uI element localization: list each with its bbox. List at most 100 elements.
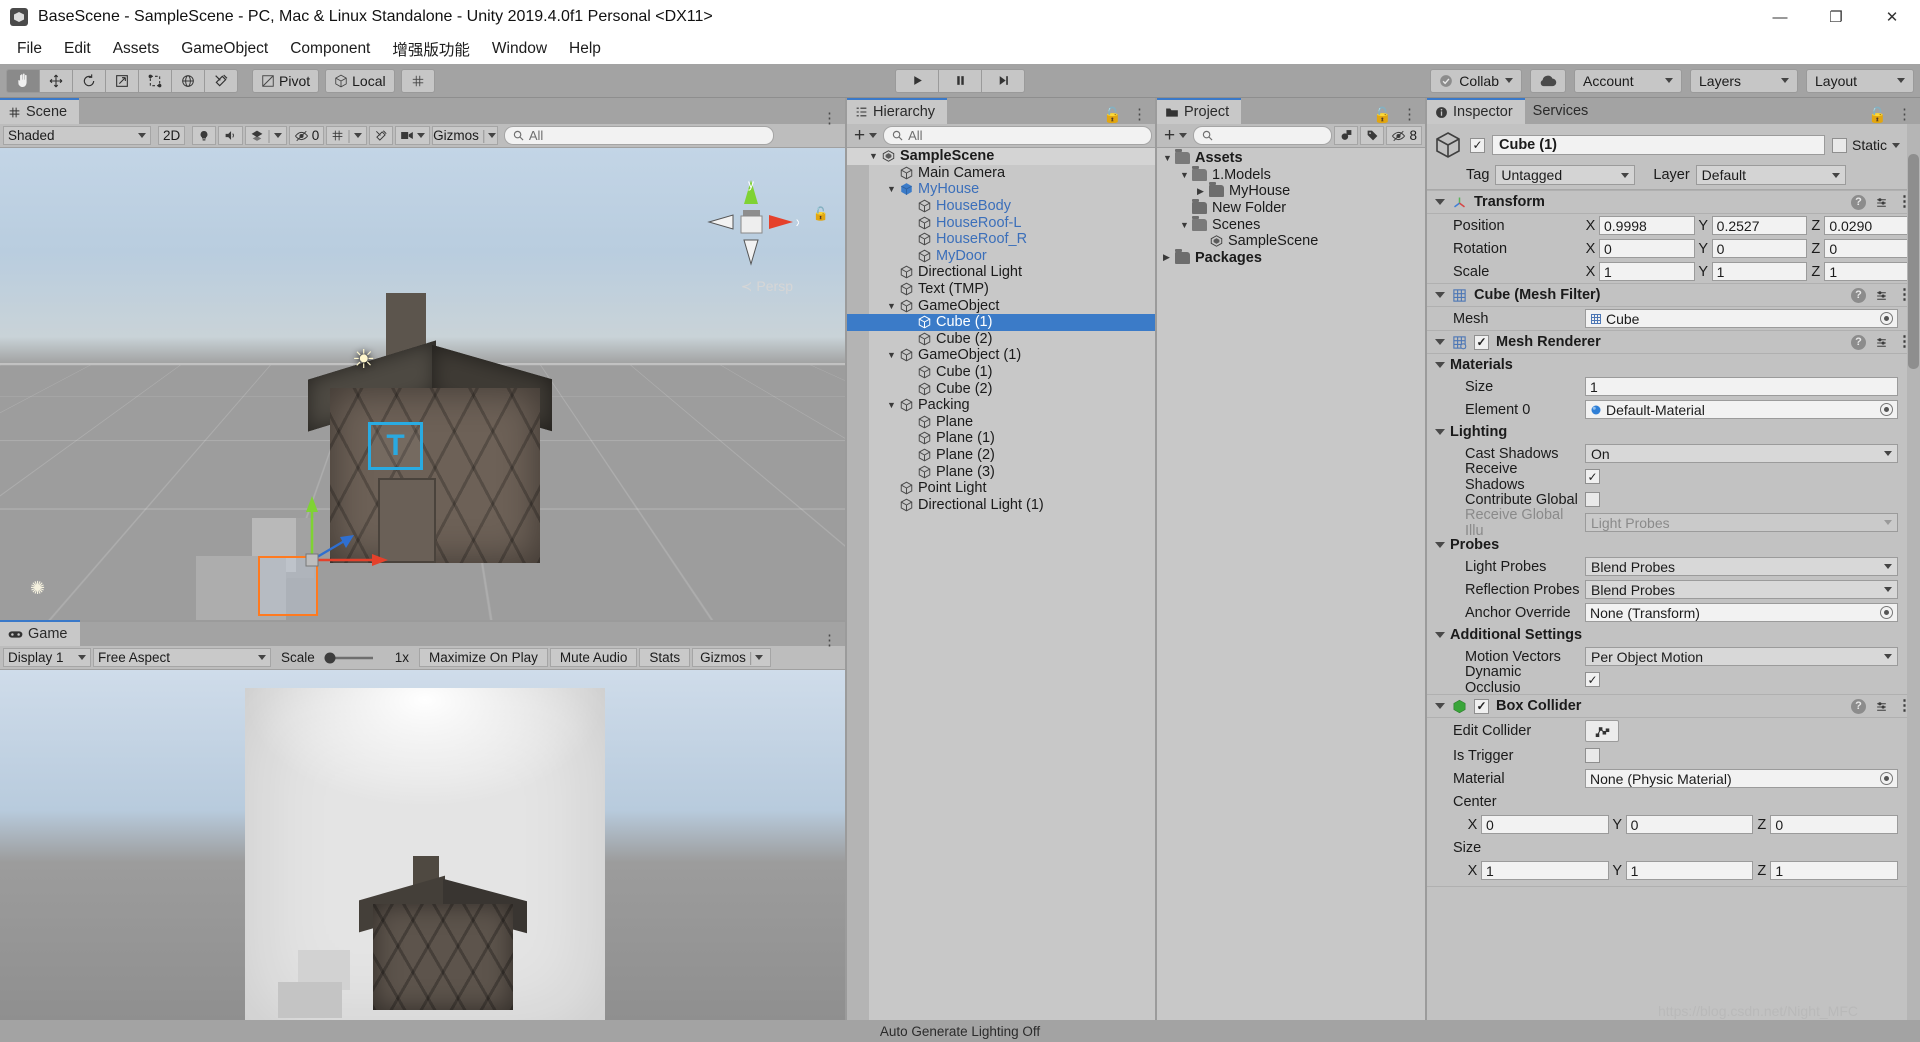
preset-icon[interactable] — [1875, 700, 1888, 713]
custom-tool-button[interactable] — [204, 68, 238, 93]
maximize-on-play-button[interactable]: Maximize On Play — [419, 648, 548, 667]
box-collider-enabled-checkbox[interactable]: ✓ — [1474, 698, 1489, 714]
is-trigger-checkbox[interactable] — [1585, 748, 1600, 763]
scene-gizmos-dropdown[interactable]: Gizmos | — [431, 126, 498, 145]
preset-icon[interactable] — [1875, 289, 1888, 302]
hierarchy-item-plane[interactable]: Plane — [847, 414, 1155, 431]
layers-button[interactable]: Layers — [1690, 68, 1798, 93]
hierarchy-item-houseroof-r[interactable]: HouseRoof_R — [847, 231, 1155, 248]
project-add-button[interactable]: + — [1160, 126, 1191, 145]
tab-game[interactable]: Game — [0, 620, 80, 646]
object-picker-icon[interactable] — [1880, 403, 1893, 416]
project-tree[interactable]: ▼ Assets ▼ 1.Models ▶ MyHouse New Folder ▼ Scene… — [1157, 148, 1425, 1020]
hierarchy-item-plane-3[interactable]: Plane (3) — [847, 463, 1155, 480]
inspector-menu-icon[interactable]: ⋮ — [1897, 107, 1912, 122]
collapse-triangle-icon[interactable]: ▶ — [1197, 186, 1209, 197]
menu-edit[interactable]: Edit — [53, 37, 102, 61]
static-toggle[interactable]: Static — [1831, 137, 1900, 153]
hierarchy-item-mydoor[interactable]: MyDoor — [847, 248, 1155, 265]
expand-triangle-icon[interactable]: ▼ — [1163, 153, 1175, 163]
tag-dropdown[interactable]: Untagged — [1495, 165, 1636, 185]
scene-viewport[interactable]: ☀ ✺ T y x ≺ Persp 🔓 — [0, 148, 845, 620]
menu-enhanced-features[interactable]: 增强版功能 — [381, 35, 481, 63]
collapse-triangle-icon[interactable] — [1435, 703, 1445, 709]
hierarchy-item-myhouse[interactable]: ▼ MyHouse — [847, 181, 1155, 198]
account-button[interactable]: Account — [1574, 68, 1682, 93]
directional-light-gizmo[interactable]: ☀ — [352, 344, 375, 375]
scene-axis-gizmo[interactable]: y x — [703, 174, 799, 270]
scene-visibility-toggle[interactable]: 0 — [288, 126, 325, 145]
expand-triangle-icon[interactable]: ▼ — [1180, 220, 1192, 230]
lighting-section[interactable]: Lighting — [1427, 421, 1920, 442]
anchor-override-field[interactable]: None (Transform) — [1585, 603, 1898, 622]
tab-hierarchy[interactable]: Hierarchy — [847, 98, 948, 124]
mesh-filter-component-header[interactable]: Cube (Mesh Filter) ? ⋮ — [1427, 283, 1920, 307]
size-z-input[interactable]: 1 — [1770, 861, 1899, 880]
handle-space-button[interactable]: Local — [325, 68, 395, 93]
tab-scene[interactable]: Scene — [0, 98, 80, 124]
object-name-input[interactable]: Cube (1) — [1492, 135, 1825, 155]
collapse-triangle-icon[interactable]: ▶ — [1163, 252, 1175, 263]
help-icon[interactable]: ? — [1851, 698, 1866, 714]
preset-icon[interactable] — [1875, 196, 1888, 209]
collapse-triangle-icon[interactable] — [1435, 339, 1445, 345]
cloud-button[interactable] — [1530, 68, 1566, 93]
size-y-input[interactable]: 1 — [1625, 861, 1754, 880]
text-tmp-object[interactable]: T — [368, 422, 423, 470]
2d-toggle-button[interactable]: 2D — [158, 126, 186, 145]
project-item-1-models[interactable]: ▼ 1.Models — [1157, 165, 1425, 184]
collapse-triangle-icon[interactable] — [1435, 541, 1445, 548]
play-button[interactable] — [895, 68, 939, 93]
point-light-gizmo[interactable]: ✺ — [30, 578, 45, 599]
hierarchy-item-gameobject-1[interactable]: ▼ GameObject (1) — [847, 347, 1155, 364]
project-filter-label-button[interactable] — [1360, 126, 1385, 145]
expand-triangle-icon[interactable]: ▼ — [869, 151, 881, 161]
hierarchy-item-plane-1[interactable]: Plane (1) — [847, 430, 1155, 447]
hierarchy-item-cube-1[interactable]: Cube (1) — [847, 364, 1155, 381]
menu-window[interactable]: Window — [481, 37, 558, 61]
edit-collider-button[interactable] — [1585, 720, 1619, 742]
maximize-button[interactable]: ❐ — [1808, 0, 1864, 34]
hierarchy-add-button[interactable]: + — [850, 126, 881, 145]
transform-component-header[interactable]: Transform ? ⋮ — [1427, 190, 1920, 214]
hierarchy-item-directional-light[interactable]: Directional Light — [847, 264, 1155, 281]
reflection-probes-dropdown[interactable]: Blend Probes — [1585, 580, 1898, 599]
hierarchy-item-cube-2[interactable]: Cube (2) — [847, 380, 1155, 397]
hierarchy-item-housebody[interactable]: HouseBody — [847, 198, 1155, 215]
game-menu-icon[interactable]: ⋮ — [822, 633, 837, 648]
hierarchy-lock-icon[interactable]: 🔓 — [1103, 106, 1122, 124]
hierarchy-item-packing[interactable]: ▼ Packing — [847, 397, 1155, 414]
cast-shadows-dropdown[interactable]: On — [1585, 444, 1898, 463]
shading-mode-dropdown[interactable]: Shaded — [3, 126, 151, 145]
menu-gameobject[interactable]: GameObject — [170, 37, 279, 61]
center-z-input[interactable]: 0 — [1770, 815, 1899, 834]
scale-x-input[interactable]: 1 — [1599, 262, 1695, 281]
help-icon[interactable]: ? — [1851, 287, 1866, 303]
menu-component[interactable]: Component — [279, 37, 381, 61]
scale-y-input[interactable]: 1 — [1711, 262, 1808, 281]
collapse-triangle-icon[interactable] — [1435, 361, 1445, 368]
menu-file[interactable]: File — [6, 37, 53, 61]
project-item-new-folder[interactable]: New Folder — [1157, 199, 1425, 217]
game-aspect-dropdown[interactable]: Free Aspect — [93, 648, 271, 667]
mesh-renderer-component-header[interactable]: ✓ Mesh Renderer ? ⋮ — [1427, 330, 1920, 354]
position-y-input[interactable]: 0.2527 — [1711, 216, 1808, 235]
position-x-input[interactable]: 0.9998 — [1599, 216, 1695, 235]
hierarchy-item-main-camera[interactable]: Main Camera — [847, 165, 1155, 182]
step-button[interactable] — [981, 68, 1025, 93]
materials-section[interactable]: Materials — [1427, 354, 1920, 375]
scale-z-input[interactable]: 1 — [1824, 262, 1920, 281]
project-item-scenes[interactable]: ▼ Scenes — [1157, 215, 1425, 233]
expand-triangle-icon[interactable]: ▼ — [887, 184, 899, 194]
inspector-scrollbar[interactable] — [1907, 124, 1920, 1020]
pivot-toggle-button[interactable]: Pivot — [252, 68, 320, 93]
object-picker-icon[interactable] — [1880, 772, 1893, 785]
project-item-packages[interactable]: ▶ Packages — [1157, 248, 1425, 267]
position-z-input[interactable]: 0.0290 — [1824, 216, 1920, 235]
inspector-scroll-thumb[interactable] — [1908, 154, 1919, 369]
object-enabled-checkbox[interactable]: ✓ — [1470, 137, 1485, 153]
expand-triangle-icon[interactable]: ▼ — [887, 400, 899, 410]
scene-search-input[interactable]: All — [503, 126, 774, 145]
size-x-input[interactable]: 1 — [1481, 861, 1609, 880]
box-collider-component-header[interactable]: ✓ Box Collider ? ⋮ — [1427, 694, 1920, 718]
